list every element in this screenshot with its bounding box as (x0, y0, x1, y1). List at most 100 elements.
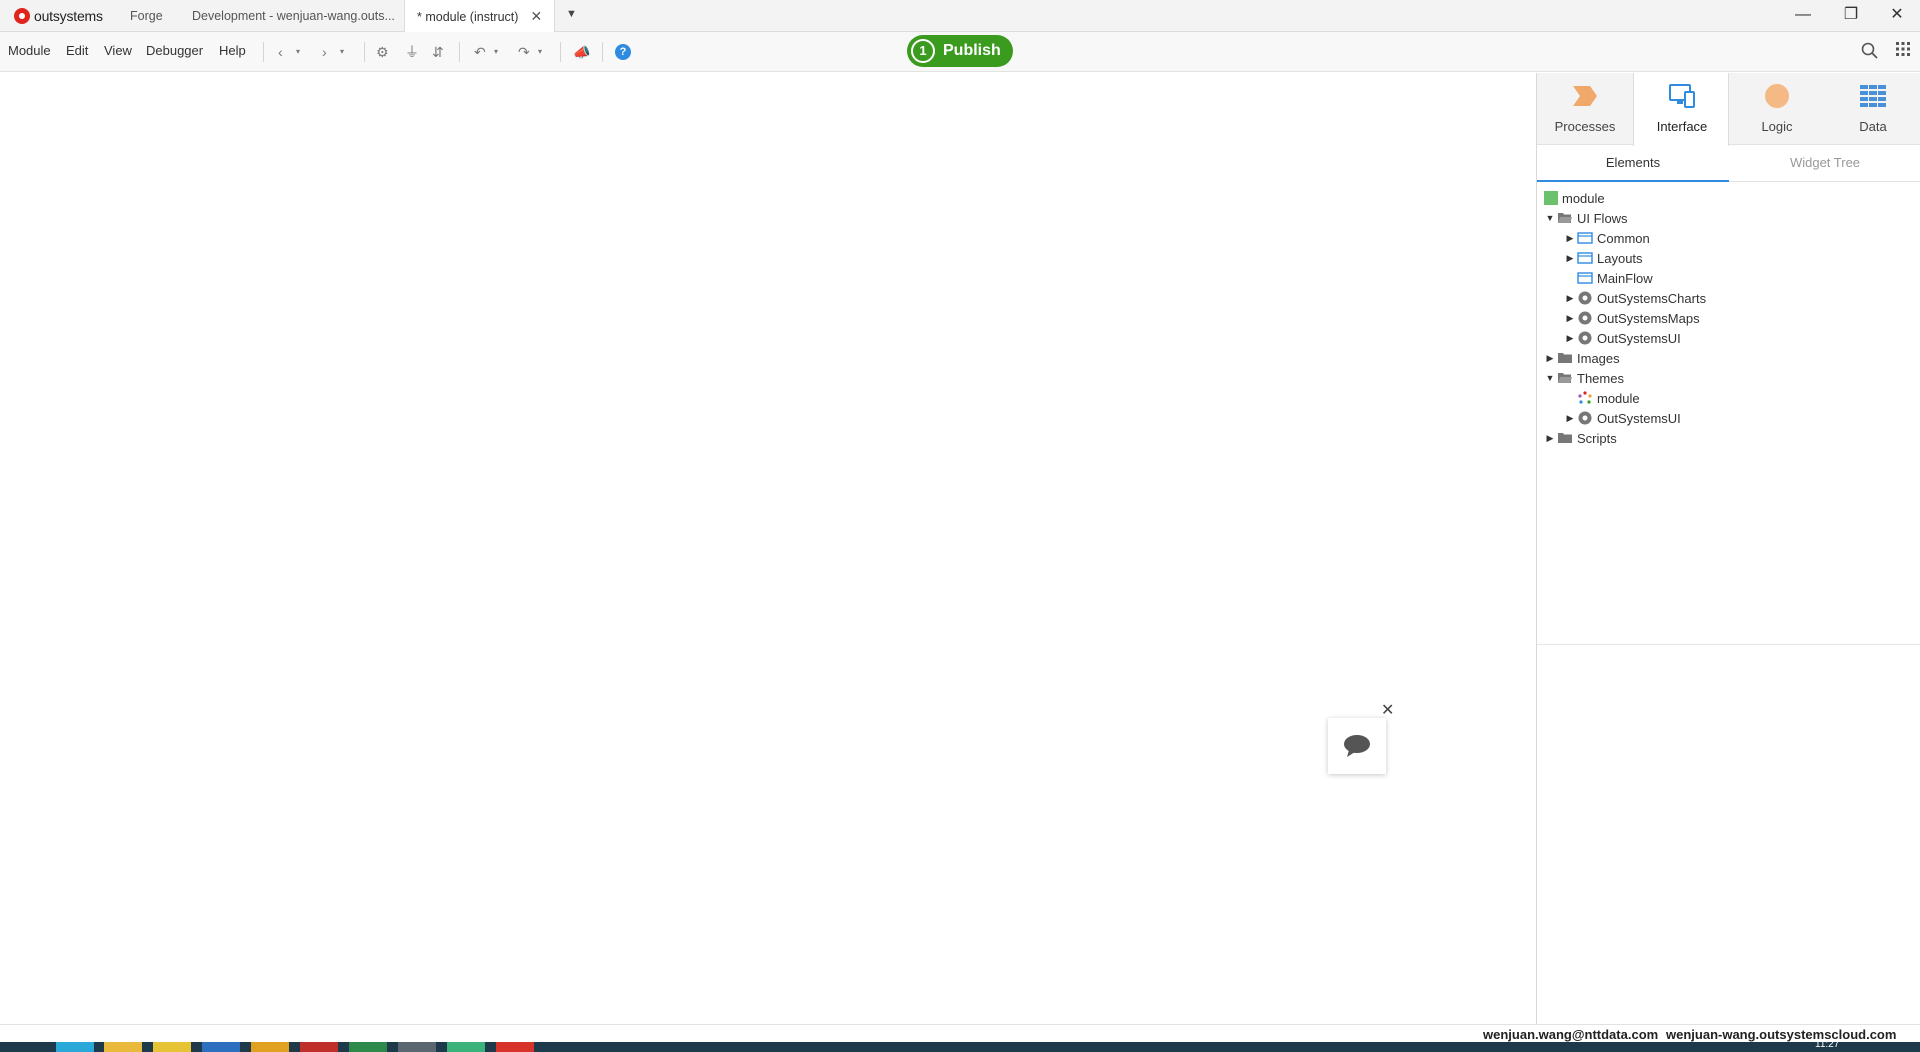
expand-caret-icon[interactable]: ▶ (1563, 253, 1577, 264)
taskbar-app-icon[interactable] (349, 1042, 387, 1052)
theme-icon (1578, 391, 1592, 404)
tree-item-label: OutSystemsUI (1597, 410, 1681, 426)
chat-close-icon[interactable]: ✕ (1381, 700, 1394, 720)
taskbar-app-icon[interactable] (300, 1042, 338, 1052)
module-icon (1544, 191, 1558, 205)
status-server: wenjuan-wang.outsystemscloud.com (1666, 1027, 1897, 1042)
compare-icon[interactable]: ⇵ (432, 43, 444, 61)
tree-item-label: module (1562, 190, 1605, 206)
expand-caret-icon[interactable]: ▶ (1563, 313, 1577, 324)
tree-item-label: OutSystemsCharts (1597, 290, 1707, 306)
tree-item-layouts[interactable]: ▶ Layouts (1563, 248, 1643, 268)
restore-button[interactable]: ❐ (1828, 0, 1874, 32)
tree-item-label: Scripts (1577, 430, 1617, 446)
taskbar-app-icon[interactable] (447, 1042, 485, 1052)
plug-icon[interactable]: ⏚ (405, 43, 419, 61)
expand-caret-icon[interactable]: ▼ (1543, 373, 1557, 383)
interface-icon (1669, 84, 1695, 108)
tree-item-theme-outsystemsui[interactable]: ▶ OutSystemsUI (1563, 408, 1681, 428)
panel-divider[interactable] (1537, 644, 1920, 645)
undo-dropdown-icon[interactable]: ▾ (494, 43, 498, 61)
taskbar-clock[interactable]: 11:27 (1815, 1039, 1839, 1050)
redo-dropdown-icon[interactable]: ▾ (538, 43, 542, 61)
flow-icon (1577, 252, 1593, 264)
expand-caret-icon[interactable]: ▶ (1563, 413, 1577, 424)
redo-icon[interactable]: ↷ (518, 43, 530, 61)
tree-item-label: UI Flows (1577, 210, 1628, 226)
folder-icon (1558, 433, 1572, 443)
publish-button[interactable]: 1 Publish (907, 35, 1013, 67)
expand-caret-icon[interactable]: ▶ (1563, 233, 1577, 244)
undo-icon[interactable]: ↶ (474, 43, 486, 61)
expand-caret-icon[interactable]: ▶ (1563, 293, 1577, 304)
search-icon[interactable] (1861, 42, 1878, 64)
tab-development[interactable]: Development - wenjuan-wang.outs... (180, 0, 407, 32)
forward-icon[interactable]: › (322, 43, 327, 61)
taskbar-app-icon[interactable] (251, 1042, 289, 1052)
processes-icon (1573, 86, 1597, 106)
tree-item-mainflow[interactable]: MainFlow (1563, 268, 1653, 288)
tab-close-icon[interactable]: ✕ (530, 0, 542, 32)
panel-tabs: Processes Interface Logic Data (1537, 73, 1920, 146)
close-window-button[interactable]: ✕ (1874, 0, 1920, 32)
editor-canvas[interactable] (0, 73, 1536, 1024)
tree-item-outsystemsui[interactable]: ▶ OutSystemsUI (1563, 328, 1681, 348)
forward-dropdown-icon[interactable]: ▾ (340, 43, 344, 61)
minimize-button[interactable]: — (1780, 0, 1826, 32)
menu-edit[interactable]: Edit (66, 43, 88, 58)
tab-forge[interactable]: Forge (118, 0, 175, 32)
reference-icon (1578, 311, 1592, 325)
tree-item-theme-module[interactable]: module (1563, 388, 1640, 408)
tree-item-outsystemscharts[interactable]: ▶ OutSystemsCharts (1563, 288, 1707, 308)
tab-elements[interactable]: Elements (1537, 146, 1729, 182)
chat-widget-button[interactable] (1328, 718, 1386, 774)
tree-item-scripts[interactable]: ▶ Scripts (1543, 428, 1617, 448)
publish-count-badge: 1 (911, 39, 935, 63)
back-icon[interactable]: ‹ (278, 43, 283, 61)
taskbar-app-icon[interactable] (104, 1042, 142, 1052)
tree-item-ui-flows[interactable]: ▼ UI Flows (1543, 208, 1628, 228)
menu-help[interactable]: Help (219, 43, 246, 58)
menu-debugger[interactable]: Debugger (146, 43, 203, 58)
tabs-dropdown-icon[interactable]: ▼ (566, 8, 577, 20)
tab-interface[interactable]: Interface (1633, 73, 1729, 146)
megaphone-icon[interactable]: 📣 (573, 43, 590, 61)
taskbar-app-icon[interactable] (496, 1042, 534, 1052)
expand-caret-icon[interactable]: ▶ (1563, 333, 1577, 344)
tree-item-label: OutSystemsUI (1597, 330, 1681, 346)
menu-view[interactable]: View (104, 43, 132, 58)
apps-grid-icon[interactable] (1896, 42, 1910, 61)
data-icon (1860, 85, 1886, 107)
tab-data[interactable]: Data (1825, 73, 1920, 145)
expand-caret-icon[interactable]: ▶ (1543, 353, 1557, 364)
settings-icon[interactable]: ⚙ (376, 43, 389, 61)
tab-module-instruct[interactable]: * module (instruct) ✕ (404, 0, 556, 33)
tab-label: Interface (1656, 119, 1708, 134)
tree-item-label: Layouts (1597, 250, 1643, 266)
tree-item-common[interactable]: ▶ Common (1563, 228, 1650, 248)
reference-icon (1578, 331, 1592, 345)
tab-label: Logic (1761, 119, 1793, 134)
menu-module[interactable]: Module (8, 43, 51, 58)
tab-processes[interactable]: Processes (1537, 73, 1633, 145)
tree-item-images[interactable]: ▶ Images (1543, 348, 1620, 368)
folder-icon (1558, 353, 1572, 363)
expand-caret-icon[interactable]: ▶ (1543, 433, 1557, 444)
taskbar-app-icon[interactable] (153, 1042, 191, 1052)
tree-item-label: Images (1577, 350, 1620, 366)
back-dropdown-icon[interactable]: ▾ (296, 43, 300, 61)
tree-item-label: module (1597, 390, 1640, 406)
taskbar-app-icon[interactable] (56, 1042, 94, 1052)
tree-item-module[interactable]: module (1544, 188, 1605, 208)
logic-icon (1765, 84, 1789, 108)
help-icon[interactable]: ? (615, 44, 631, 60)
taskbar-app-icon[interactable] (202, 1042, 240, 1052)
tree-item-outsystemsmaps[interactable]: ▶ OutSystemsMaps (1563, 308, 1700, 328)
tree-item-themes[interactable]: ▼ Themes (1543, 368, 1624, 388)
expand-caret-icon[interactable]: ▼ (1543, 213, 1557, 223)
tab-widget-tree[interactable]: Widget Tree (1729, 146, 1920, 182)
tree-item-label: Common (1597, 230, 1650, 246)
outsystems-logo[interactable]: outsystems (14, 6, 103, 26)
taskbar-app-icon[interactable] (398, 1042, 436, 1052)
tab-logic[interactable]: Logic (1729, 73, 1825, 145)
